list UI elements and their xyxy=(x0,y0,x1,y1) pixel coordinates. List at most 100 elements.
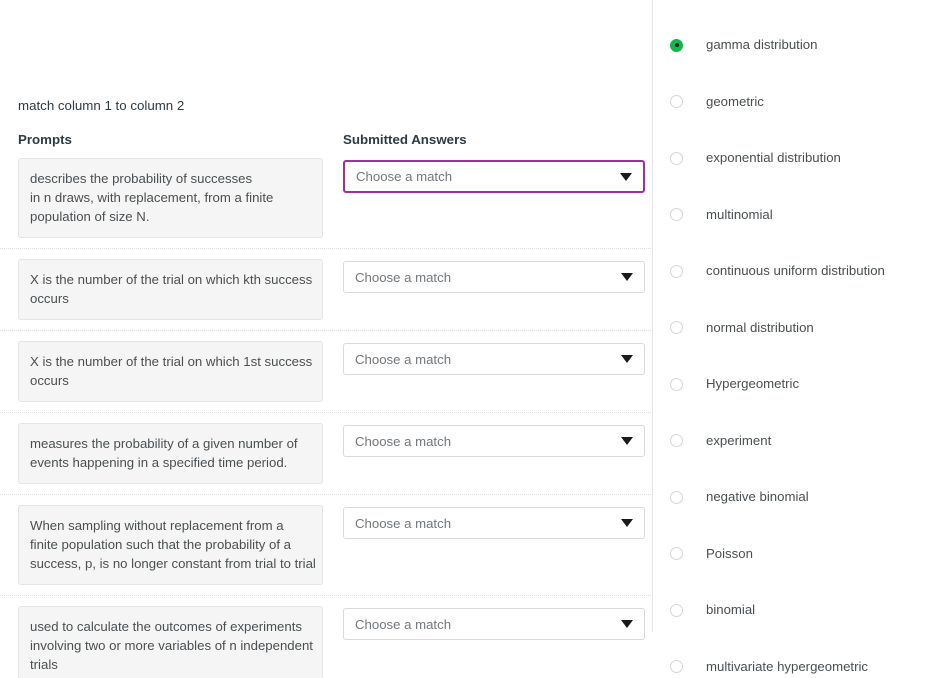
chevron-down-icon xyxy=(621,273,633,281)
match-row: When sampling without replacement from a… xyxy=(0,494,653,595)
prompt-text-box: describes the probability of successes in… xyxy=(18,158,323,238)
match-select-1[interactable]: Choose a match xyxy=(343,160,645,193)
match-select-5[interactable]: Choose a match xyxy=(343,507,645,539)
prompt-text-box: When sampling without replacement from a… xyxy=(18,505,323,585)
answer-bank-option-label: geometric xyxy=(706,93,764,109)
prompt-text-box: used to calculate the outcomes of experi… xyxy=(18,606,323,678)
match-row-inner: X is the number of the trial on which 1s… xyxy=(0,341,653,402)
answer-bank-option-label: continuous uniform distribution xyxy=(706,263,885,279)
answer-bank-option[interactable]: exponential distribution xyxy=(653,130,944,187)
chevron-down-icon xyxy=(620,172,632,181)
chevron-down-icon xyxy=(621,355,633,363)
match-select-3[interactable]: Choose a match xyxy=(343,343,645,375)
match-row-inner: used to calculate the outcomes of experi… xyxy=(0,606,653,678)
answer-bank-option[interactable]: experiment xyxy=(653,413,944,470)
match-select-value: Choose a match xyxy=(356,169,453,184)
prompt-line: population of size N. xyxy=(30,209,150,224)
prompt-line: X is the number of the trial on which kt… xyxy=(30,272,313,287)
radio-unselected-icon[interactable] xyxy=(670,264,683,278)
answer-bank-option-label: experiment xyxy=(706,432,772,448)
match-row-inner: describes the probability of successes in… xyxy=(0,158,653,238)
match-row-inner: X is the number of the trial on which kt… xyxy=(0,259,653,320)
prompt-line: used to calculate the outcomes of experi… xyxy=(30,619,302,634)
radio-unselected-icon[interactable] xyxy=(670,434,683,448)
prompt-line: measures the probability of a given numb… xyxy=(30,436,298,451)
match-select-6[interactable]: Choose a match xyxy=(343,608,645,640)
prompt-line: finite population such that the probabil… xyxy=(30,537,291,552)
answer-bank-option-label: multivariate hypergeometric xyxy=(706,658,868,674)
prompt-line: X is the number of the trial on which 1s… xyxy=(30,354,313,369)
radio-unselected-icon[interactable] xyxy=(670,547,683,561)
prompt-text-box: X is the number of the trial on which 1s… xyxy=(18,341,323,402)
prompt-line: events happening in a specified time per… xyxy=(30,455,288,470)
radio-unselected-icon[interactable] xyxy=(670,603,683,617)
answer-bank-option-label: normal distribution xyxy=(706,319,814,335)
question-instruction: match column 1 to column 2 xyxy=(18,98,185,113)
column-headers: Prompts Submitted Answers xyxy=(0,131,653,151)
radio-unselected-icon[interactable] xyxy=(670,95,683,109)
match-select-value: Choose a match xyxy=(355,515,452,531)
radio-unselected-icon[interactable] xyxy=(670,208,683,222)
match-select-4[interactable]: Choose a match xyxy=(343,425,645,457)
answer-bank-option-label: negative binomial xyxy=(706,489,809,505)
radio-unselected-icon[interactable] xyxy=(670,660,683,674)
answer-bank-option[interactable]: continuous uniform distribution xyxy=(653,243,944,300)
chevron-down-icon xyxy=(621,620,633,628)
answer-bank-option-label: multinomial xyxy=(706,206,773,222)
match-select-value: Choose a match xyxy=(355,269,452,285)
answer-bank-option-label: Hypergeometric xyxy=(706,376,800,392)
answer-bank-option[interactable]: gamma distribution xyxy=(653,17,944,74)
match-row: used to calculate the outcomes of experi… xyxy=(0,595,653,678)
prompt-text-box: measures the probability of a given numb… xyxy=(18,423,323,484)
answer-cell: Choose a match xyxy=(343,423,645,457)
match-row: measures the probability of a given numb… xyxy=(0,412,653,494)
answer-bank-option[interactable]: binomial xyxy=(653,582,944,639)
radio-unselected-icon[interactable] xyxy=(670,321,683,335)
match-select-value: Choose a match xyxy=(355,616,452,632)
prompt-line: trials xyxy=(30,657,58,672)
prompt-line: describes the probability of successes xyxy=(30,171,253,186)
answer-bank-option[interactable]: Poisson xyxy=(653,526,944,583)
answer-bank-panel: gamma distribution geometric exponential d… xyxy=(653,0,944,678)
match-row: X is the number of the trial on which 1s… xyxy=(0,330,653,412)
answer-bank-option-label: binomial xyxy=(706,602,756,618)
match-select-value: Choose a match xyxy=(355,433,452,449)
answer-bank-option[interactable]: negative binomial xyxy=(653,469,944,526)
radio-unselected-icon[interactable] xyxy=(670,490,683,504)
chevron-down-icon xyxy=(621,519,633,527)
radio-selected-icon[interactable] xyxy=(670,38,683,52)
prompt-line: occurs xyxy=(30,291,69,306)
answer-bank-option-label: Poisson xyxy=(706,545,753,561)
submitted-answers-column-header: Submitted Answers xyxy=(343,132,467,147)
answer-bank-option[interactable]: geometric xyxy=(653,74,944,131)
match-rows-list: describes the probability of successes in… xyxy=(0,158,653,678)
match-select-2[interactable]: Choose a match xyxy=(343,261,645,293)
answer-bank-option[interactable]: Hypergeometric xyxy=(653,356,944,413)
answer-cell: Choose a match xyxy=(343,259,645,293)
chevron-down-icon xyxy=(621,437,633,445)
answer-bank-option[interactable]: multinomial xyxy=(653,187,944,244)
answer-bank-option-label: exponential distribution xyxy=(706,150,841,166)
match-select-value: Choose a match xyxy=(355,351,452,367)
pane-divider xyxy=(652,0,653,632)
prompt-line: in n draws, with replacement, from a fin… xyxy=(30,190,274,205)
answer-cell: Choose a match xyxy=(343,341,645,375)
match-row-inner: When sampling without replacement from a… xyxy=(0,505,653,585)
prompt-line: involving two or more variables of n ind… xyxy=(30,638,313,653)
matching-question-page: match column 1 to column 2 Prompts Submi… xyxy=(0,0,944,678)
radio-unselected-icon[interactable] xyxy=(670,151,683,165)
prompt-line: When sampling without replacement from a xyxy=(30,518,284,533)
match-row: describes the probability of successes in… xyxy=(0,158,653,248)
prompt-text-box: X is the number of the trial on which kt… xyxy=(18,259,323,320)
radio-unselected-icon[interactable] xyxy=(670,377,683,391)
prompts-column-header: Prompts xyxy=(18,132,72,147)
match-row-inner: measures the probability of a given numb… xyxy=(0,423,653,484)
prompt-line: success, p, is no longer constant from t… xyxy=(30,556,316,571)
answer-bank-option[interactable]: normal distribution xyxy=(653,300,944,357)
answer-cell: Choose a match xyxy=(343,606,645,640)
prompt-line: occurs xyxy=(30,373,69,388)
answer-cell: Choose a match xyxy=(343,158,645,193)
question-pane: match column 1 to column 2 Prompts Submi… xyxy=(0,0,653,678)
match-row: X is the number of the trial on which kt… xyxy=(0,248,653,330)
answer-bank-option[interactable]: multivariate hypergeometric xyxy=(653,639,944,678)
